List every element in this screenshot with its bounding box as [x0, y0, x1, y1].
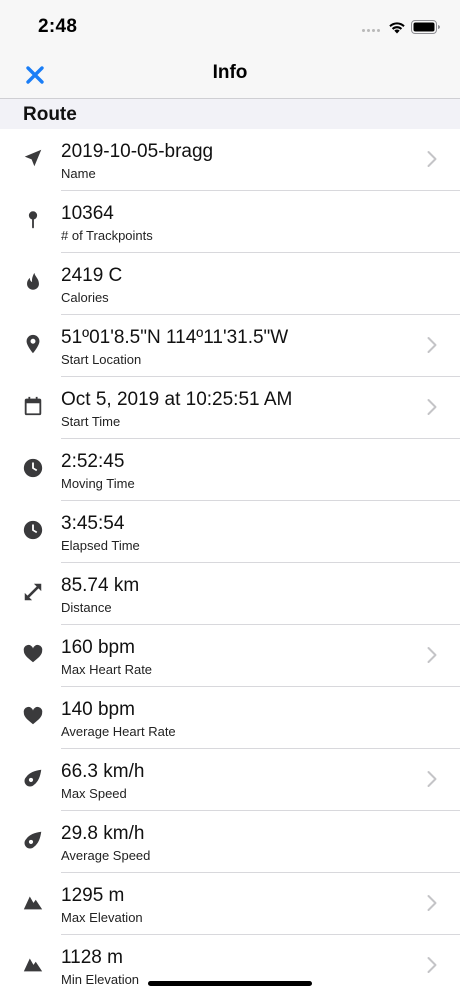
- row-max-heart-rate[interactable]: 160 bpm Max Heart Rate: [0, 625, 460, 687]
- clock-icon: [22, 457, 44, 479]
- navigation-arrow-icon: [22, 147, 44, 169]
- row-value: 10364: [61, 203, 114, 224]
- row-value: 2419 C: [61, 265, 123, 286]
- navigation-bar: Info: [0, 50, 460, 99]
- row-value: 29.8 km/h: [61, 823, 145, 844]
- speed-icon: [22, 829, 44, 851]
- row-elapsed-time[interactable]: 3:45:54 Elapsed Time: [0, 501, 460, 563]
- mountain-icon: [22, 891, 44, 913]
- row-average-speed[interactable]: 29.8 km/h Average Speed: [0, 811, 460, 873]
- row-value: 1128 m: [61, 947, 123, 968]
- info-list: 2019-10-05-bragg Name 10364 # of Trackpoint…: [0, 129, 460, 997]
- row-start-time[interactable]: Oct 5, 2019 at 10:25:51 AM Start Time: [0, 377, 460, 439]
- battery-icon: [411, 20, 440, 34]
- row-value: 66.3 km/h: [61, 761, 145, 782]
- chevron-right-icon: [426, 150, 438, 168]
- wifi-icon: [389, 22, 405, 34]
- row-label: Average Speed: [61, 848, 151, 863]
- row-label: Elapsed Time: [61, 538, 140, 553]
- row-label: Max Elevation: [61, 910, 143, 925]
- row-value: 2:52:45: [61, 451, 125, 472]
- section-title: Route: [23, 104, 77, 125]
- heart-icon: [22, 643, 44, 665]
- status-bar: 2:48: [0, 0, 460, 50]
- row-label: Moving Time: [61, 476, 135, 491]
- row-name[interactable]: 2019-10-05-bragg Name: [0, 129, 460, 191]
- chevron-right-icon: [426, 336, 438, 354]
- heart-icon: [22, 705, 44, 727]
- mountain-icon: [22, 953, 44, 975]
- row-moving-time[interactable]: 2:52:45 Moving Time: [0, 439, 460, 501]
- row-label: Start Time: [61, 414, 121, 429]
- clock-icon: [22, 519, 44, 541]
- row-label: Calories: [61, 290, 109, 305]
- row-value: 1295 m: [61, 885, 125, 906]
- row-label: Average Heart Rate: [61, 724, 176, 739]
- home-indicator: [148, 981, 312, 986]
- row-start-location[interactable]: 51º01'8.5"N 114º11'31.5"W Start Location: [0, 315, 460, 377]
- chevron-right-icon: [426, 894, 438, 912]
- row-label: Max Speed: [61, 786, 127, 801]
- row-value: 160 bpm: [61, 637, 135, 658]
- row-value: 2019-10-05-bragg: [61, 141, 214, 162]
- row-calories[interactable]: 2419 C Calories: [0, 253, 460, 315]
- row-value: 51º01'8.5"N 114º11'31.5"W: [61, 327, 289, 348]
- row-average-heart-rate[interactable]: 140 bpm Average Heart Rate: [0, 687, 460, 749]
- row-value: 140 bpm: [61, 699, 135, 720]
- row-label: Max Heart Rate: [61, 662, 153, 677]
- row-distance[interactable]: 85.74 km Distance: [0, 563, 460, 625]
- row-max-elevation[interactable]: 1295 m Max Elevation: [0, 873, 460, 935]
- section-header: Route: [0, 99, 460, 129]
- row-value: Oct 5, 2019 at 10:25:51 AM: [61, 389, 293, 410]
- row-label: Min Elevation: [61, 972, 140, 987]
- speed-icon: [22, 767, 44, 789]
- cellular-signal-icon: [362, 29, 380, 32]
- row-value: 3:45:54: [61, 513, 125, 534]
- calendar-icon: [22, 395, 44, 417]
- page-title: Info: [212, 62, 248, 83]
- chevron-right-icon: [426, 770, 438, 788]
- row-label: Name: [61, 166, 96, 181]
- chevron-right-icon: [426, 646, 438, 664]
- flame-icon: [22, 271, 44, 293]
- expand-arrows-icon: [22, 581, 44, 603]
- pin-icon: [22, 209, 44, 231]
- row-of-trackpoints[interactable]: 10364 # of Trackpoints: [0, 191, 460, 253]
- status-time: 2:48: [38, 16, 78, 37]
- row-value: 85.74 km: [61, 575, 140, 596]
- chevron-right-icon: [426, 956, 438, 974]
- chevron-right-icon: [426, 398, 438, 416]
- row-label: Start Location: [61, 352, 142, 367]
- row-label: # of Trackpoints: [61, 228, 153, 243]
- row-min-elevation[interactable]: 1128 m Min Elevation: [0, 935, 460, 997]
- row-max-speed[interactable]: 66.3 km/h Max Speed: [0, 749, 460, 811]
- location-pin-icon: [22, 333, 44, 355]
- row-label: Distance: [61, 600, 112, 615]
